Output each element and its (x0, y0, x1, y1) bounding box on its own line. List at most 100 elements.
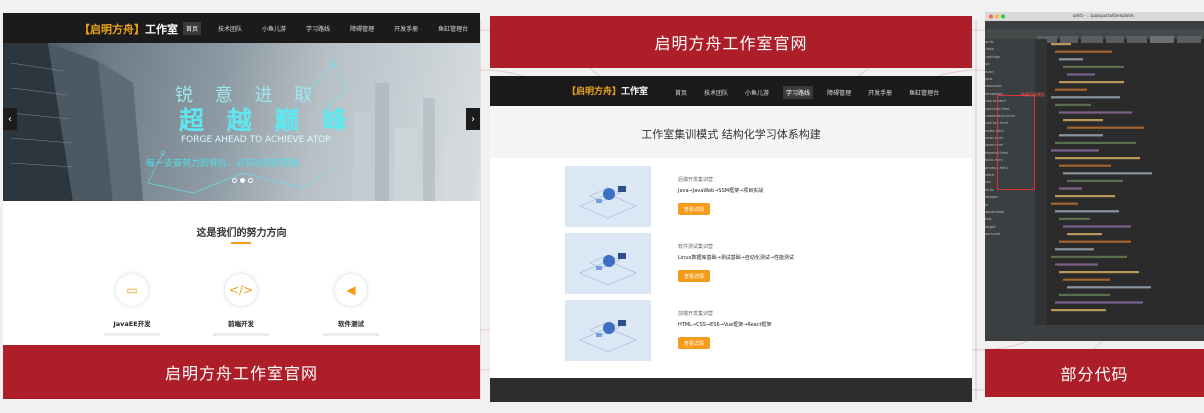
course-description: HTML→CSS→ES6→Vue框架→React框架 (678, 322, 772, 328)
file-tree-item[interactable]: .idea (985, 46, 1035, 53)
code-line (1055, 141, 1136, 144)
code-line (1051, 202, 1078, 205)
nav-item[interactable]: 鱼缸管理台 (435, 22, 471, 35)
nav-item[interactable]: 小鱼儿游 (742, 86, 772, 99)
nav-item[interactable]: 鱼缸管理台 (906, 86, 942, 99)
code-line (1051, 309, 1106, 312)
file-tree-item[interactable]: resources (985, 83, 1035, 90)
file-tree-item[interactable]: images (985, 194, 1035, 201)
nav-item[interactable]: 障碍管理 (824, 86, 854, 99)
code-line (1051, 255, 1127, 258)
nav-item[interactable]: 障碍管理 (347, 22, 377, 35)
code-line (1051, 43, 1071, 46)
course-title: 后端开发集训营 (678, 177, 714, 183)
code-line (1051, 149, 1099, 152)
code-line (1063, 65, 1124, 68)
code-line (1051, 96, 1120, 99)
code-line (1055, 210, 1119, 213)
feature-description-placeholder (323, 333, 379, 336)
file-tree-item[interactable]: main (985, 69, 1035, 76)
code-line (1059, 111, 1132, 114)
website-homepage-screenshot: 【启明方舟】工作室 首页 技术团队 小鱼儿游 学习路线 障碍管理 开发手册 鱼缸管理台 (3, 13, 480, 345)
feature-frontend[interactable]: </> 前端开发 (206, 274, 276, 336)
section-title-underline (231, 242, 251, 244)
nav-item[interactable]: 开发手册 (391, 22, 421, 35)
code-line (1055, 50, 1112, 53)
file-tree-item[interactable]: src (985, 61, 1035, 68)
code-icon: </> (225, 274, 257, 306)
code-line (1059, 271, 1139, 274)
server-cloud-icon (579, 253, 637, 286)
course-card: 软件测试集训营 Linux数据库基础→测试基础→自动化测试→性能测试 查看详情 (565, 233, 875, 294)
code-line (1059, 58, 1083, 61)
code-line (1063, 225, 1131, 228)
code-line (1055, 88, 1087, 91)
file-tree-item[interactable]: .settings (985, 54, 1035, 61)
code-line (1055, 248, 1094, 251)
code-line (1063, 119, 1103, 122)
file-tree-item[interactable]: java (985, 76, 1035, 83)
top-navigation-bar: 【启明方舟】工作室 首页 技术团队 小鱼儿游 学习路线 障碍管理 开发手册 鱼缸管理台 (490, 76, 972, 106)
ide-toolbar (985, 21, 1204, 29)
nav-menu: 首页 技术团队 小鱼儿游 学习路线 障碍管理 开发手册 鱼缸管理台 (672, 86, 942, 99)
view-details-button[interactable]: 查看详情 (678, 203, 710, 215)
code-line (1067, 73, 1095, 76)
course-illustration (565, 166, 651, 227)
file-tree-item[interactable]: js (985, 202, 1035, 209)
nav-item[interactable]: 学习路线 (303, 22, 333, 35)
code-line (1055, 263, 1098, 266)
course-illustration (565, 233, 651, 294)
feature-title: JavaEE开发 (113, 320, 151, 328)
course-card: 前端开发集训营 HTML→CSS→ES6→Vue框架→React框架查看详情 (565, 300, 875, 361)
code-line (1063, 278, 1110, 281)
nav-item[interactable]: 小鱼儿游 (259, 22, 289, 35)
top-navigation-bar: 【启明方舟】工作室 首页 技术团队 小鱼儿游 学习路线 障碍管理 开发手册 鱼缸管理台 (3, 13, 480, 43)
feature-javaee[interactable]: ▭ JavaEE开发 (97, 274, 167, 336)
page-footer (490, 378, 972, 402)
nav-item[interactable]: 学习路线 (783, 86, 814, 99)
code-line (1067, 126, 1144, 129)
code-line (1055, 103, 1091, 106)
carousel-next-button[interactable]: › (466, 108, 480, 130)
code-line (1059, 164, 1111, 167)
site-logo[interactable]: 【启明方舟】工作室 (567, 84, 648, 97)
code-line (1055, 301, 1143, 304)
carousel-indicator (232, 178, 253, 183)
file-tree-item[interactable]: test (985, 216, 1035, 223)
file-tree-item[interactable]: qmfz (985, 39, 1035, 46)
ide-code-screenshot: qmfz - ...\passportal\template\ qmfz .id… (985, 12, 1204, 341)
nav-item[interactable]: 开发手册 (865, 86, 895, 99)
chevron-left-icon: ‹ (8, 113, 12, 125)
nav-item[interactable]: 首页 (183, 22, 202, 35)
file-tree-item[interactable]: pom.xml (985, 231, 1035, 238)
ide-window-title: qmfz - ...\passportal\template\ (1073, 13, 1134, 18)
templates-highlight-box (997, 95, 1035, 190)
panel1-caption: 启明方舟工作室官网 (3, 345, 480, 399)
hero-english-slogan: FORGE AHEAD TO ACHIEVE ATOP (181, 135, 331, 145)
nav-menu: 首页 技术团队 小鱼儿游 学习路线 障碍管理 开发手册 鱼缸管理台 (183, 22, 471, 35)
carousel-dot[interactable] (248, 178, 253, 183)
view-details-button[interactable]: 查看详情 (678, 337, 710, 349)
code-line (1055, 195, 1115, 198)
website-course-page-screenshot: 【启明方舟】工作室 首页 技术团队 小鱼儿游 学习路线 障碍管理 开发手册 鱼缸管理台 工作… (490, 76, 972, 402)
nav-item[interactable]: 技术团队 (215, 22, 245, 35)
course-title: 前端开发集训营 (678, 311, 714, 317)
code-editor (1047, 39, 1204, 325)
feature-testing[interactable]: ◀ 软件测试 (316, 274, 386, 336)
file-tree-item[interactable]: target (985, 224, 1035, 231)
carousel-dot[interactable] (240, 178, 245, 183)
page-banner: 工作室集训模式 结构化学习体系构建 (490, 106, 972, 158)
line-number-gutter (1035, 39, 1047, 325)
view-details-button[interactable]: 查看详情 (678, 270, 710, 282)
site-logo[interactable]: 【启明方舟】工作室 (79, 21, 178, 37)
nav-item[interactable]: 技术团队 (701, 86, 731, 99)
course-description: Linux数据库基础→测试基础→自动化测试→性能测试 (678, 255, 795, 261)
ide-editor-tabs (985, 29, 1204, 43)
chevron-right-icon: › (471, 113, 475, 125)
code-line (1067, 179, 1123, 182)
code-line (1067, 286, 1151, 289)
carousel-prev-button[interactable]: ‹ (3, 108, 17, 130)
file-tree-item[interactable]: application (985, 209, 1035, 216)
carousel-dot[interactable] (232, 178, 237, 183)
nav-item[interactable]: 首页 (672, 86, 690, 99)
